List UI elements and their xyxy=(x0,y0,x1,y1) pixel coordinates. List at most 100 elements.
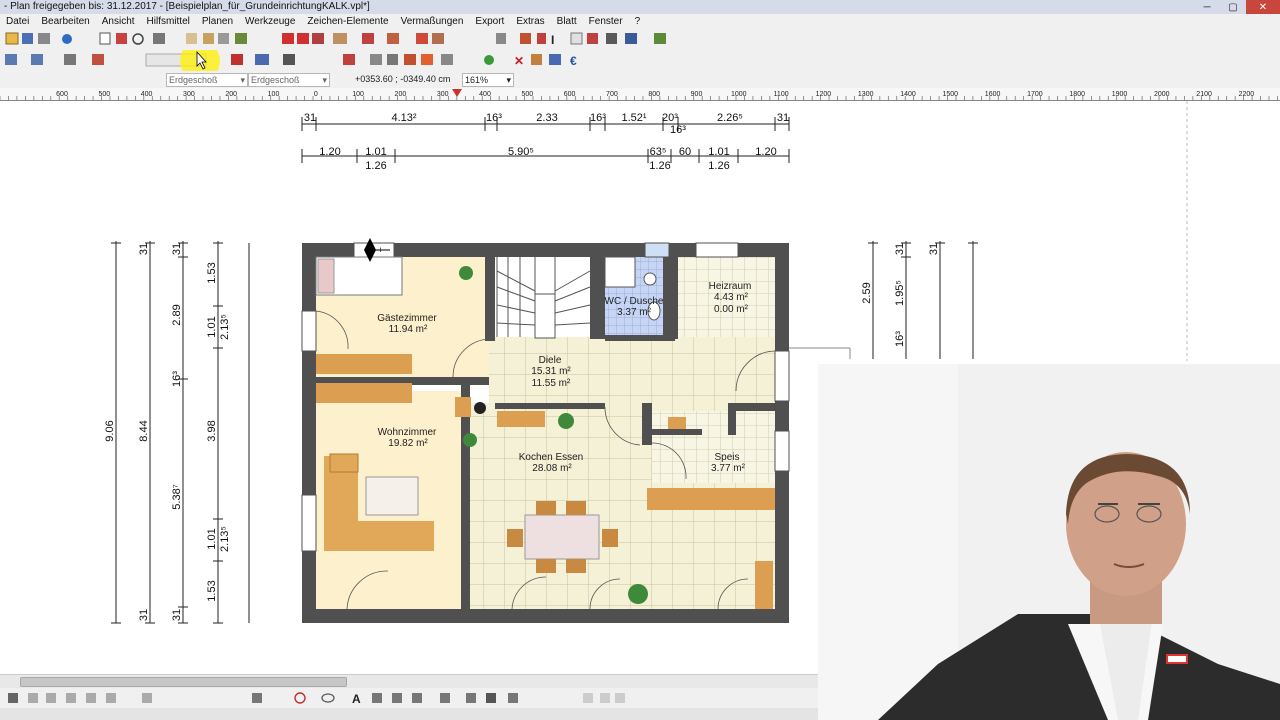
menu-zeichen-elemente[interactable]: Zeichen-Elemente xyxy=(301,16,394,27)
svg-text:I: I xyxy=(551,33,554,47)
ruler-label: 1500 xyxy=(943,91,959,98)
chevron-down-icon: ▾ xyxy=(322,75,327,85)
dim-top-3: 16³ xyxy=(486,112,502,124)
status-bar: Erdgeschoß ▾ Erdgeschoß ▾ +0353.60 ; -0349… xyxy=(0,71,1280,89)
menu-ansicht[interactable]: Ansicht xyxy=(96,16,141,27)
menu-bar: Datei Bearbeiten Ansicht Hilfsmittel Pla… xyxy=(0,14,1280,29)
ruler-label: 200 xyxy=(225,91,237,98)
ruler-label: 900 xyxy=(691,91,703,98)
dim-right-1: 2.59 xyxy=(861,282,873,303)
menu-vermassungen[interactable]: Vermaßungen xyxy=(395,16,470,27)
menu-export[interactable]: Export xyxy=(469,16,510,27)
presenter-video xyxy=(818,364,1280,720)
chevron-down-icon: ▾ xyxy=(240,75,245,85)
dim-inner-2: 1.01 xyxy=(206,316,218,337)
room-area-wohnzimmer: 19.82 m² xyxy=(388,438,428,449)
ruler-label: 300 xyxy=(437,91,449,98)
room-name-wohnzimmer: Wohnzimmer xyxy=(378,427,437,438)
close-button[interactable]: ✕ xyxy=(1246,0,1280,14)
dim-left-3: 31 xyxy=(138,243,150,255)
chevron-down-icon: ▾ xyxy=(506,75,511,85)
dim-inner-6: 2.13⁵ xyxy=(219,314,231,340)
ruler-label: 2000 xyxy=(1154,91,1170,98)
svg-text:€: € xyxy=(570,54,577,68)
dim-row2-6: 1.26 xyxy=(649,160,670,172)
ruler-label: 600 xyxy=(564,91,576,98)
dim-right-3: 1.95⁵ xyxy=(894,280,906,306)
dim-row2-4: 5.90⁵ xyxy=(508,146,534,158)
dim-row2-2: 1.01 xyxy=(365,146,386,158)
dimension-lines-left xyxy=(111,241,250,624)
svg-text:+: + xyxy=(378,245,383,255)
minimize-button[interactable]: ─ xyxy=(1194,0,1220,14)
maximize-button[interactable]: ▢ xyxy=(1220,0,1246,14)
dim-row2-7: 60 xyxy=(679,146,691,158)
dim-left-4: 31 xyxy=(138,609,150,621)
ruler-label: 1800 xyxy=(1069,91,1085,98)
dim-left-1: 9.06 xyxy=(104,420,116,441)
ruler-cursor-marker xyxy=(452,89,462,97)
room-area-diele: 15.31 m² xyxy=(531,366,571,377)
room-name-wc: WC / Dusche xyxy=(605,296,664,307)
title-bar: - Plan freigegeben bis: 31.12.2017 - [Be… xyxy=(0,0,1280,14)
dim-row2-3: 1.26 xyxy=(365,160,386,172)
dim-row2-9: 1.26 xyxy=(708,160,729,172)
ruler-label: 0 xyxy=(314,91,318,98)
secondary-toolbar: ✕ € xyxy=(0,50,1280,71)
menu-werkzeuge[interactable]: Werkzeuge xyxy=(239,16,301,27)
dim-inner-3: 3.98 xyxy=(206,420,218,441)
room-area-heizraum: 4.43 m² xyxy=(714,292,749,303)
room-area-kochen-essen: 28.08 m² xyxy=(532,463,572,474)
dim-inner-4: 1.01 xyxy=(206,528,218,549)
bottom-toolbar-buttons[interactable]: A xyxy=(8,692,625,706)
dim-mid-3: 16³ xyxy=(171,371,183,387)
dim-mid-2: 2.89 xyxy=(171,304,183,325)
menu-help[interactable]: ? xyxy=(629,16,647,27)
ruler-scale: 600 500 400 300 200 100 0 100 200 300 400 500 600 700… xyxy=(0,89,1278,100)
dim-mid-1: 31 xyxy=(171,243,183,255)
menu-fenster[interactable]: Fenster xyxy=(583,16,629,27)
dim-mid-4: 5.38⁷ xyxy=(171,484,183,509)
dim-top-4: 2.33 xyxy=(536,112,557,124)
coordinate-readout: +0353.60 ; -0349.40 cm xyxy=(355,74,451,84)
room-name-heizraum: Heizraum xyxy=(709,281,752,292)
dim-top-7: 20³ xyxy=(662,112,678,124)
dim-inner-7: 2.13⁵ xyxy=(219,526,231,552)
floor-value: Erdgeschoß xyxy=(251,75,300,85)
ruler-label: 200 xyxy=(395,91,407,98)
zoom-select[interactable]: 161% ▾ xyxy=(462,73,514,87)
toolbar-buttons-2[interactable]: ✕ € xyxy=(5,53,577,68)
toolbar-buttons[interactable]: I xyxy=(5,32,666,47)
main-toolbar: I xyxy=(0,29,1280,50)
dim-top-8: 16³ xyxy=(670,124,686,136)
floor-select[interactable]: Erdgeschoß ▾ xyxy=(248,73,330,87)
ruler-label: 1200 xyxy=(816,91,832,98)
layer-select[interactable]: Erdgeschoß ▾ xyxy=(166,73,248,87)
menu-blatt[interactable]: Blatt xyxy=(551,16,583,27)
menu-bearbeiten[interactable]: Bearbeiten xyxy=(35,16,95,27)
horizontal-ruler: 600 500 400 300 200 100 0 100 200 300 400 500 600 700… xyxy=(0,88,1280,101)
ruler-label: 1000 xyxy=(731,91,747,98)
dim-right-4: 16³ xyxy=(894,331,906,347)
room-area-wc: 3.37 m² xyxy=(617,307,652,318)
menu-planen[interactable]: Planen xyxy=(196,16,239,27)
menu-extras[interactable]: Extras xyxy=(510,16,550,27)
scrollbar-thumb[interactable] xyxy=(20,677,347,687)
ruler-label: 800 xyxy=(648,91,660,98)
room-name-diele: Diele xyxy=(539,355,562,366)
ruler-label: 1700 xyxy=(1027,91,1043,98)
room-area-gaestezimmer: 11.94 m² xyxy=(389,324,428,335)
ruler-label: 400 xyxy=(479,91,491,98)
room-name-gaestezimmer: Gästezimmer xyxy=(377,313,437,324)
toolbar-icons-row-2: ✕ € xyxy=(5,50,577,71)
menu-datei[interactable]: Datei xyxy=(0,16,35,27)
room-area-speis: 3.77 m² xyxy=(711,463,746,474)
dim-right-5: 31 xyxy=(928,243,940,255)
ruler-label: 1400 xyxy=(900,91,916,98)
ruler-label: 2200 xyxy=(1239,91,1255,98)
ruler-label: 500 xyxy=(98,91,110,98)
menu-hilfsmittel[interactable]: Hilfsmittel xyxy=(141,16,196,27)
dim-top-1: 31 xyxy=(304,112,316,124)
dim-row2-5: 63⁵ xyxy=(650,146,667,158)
dim-mid-5: 31 xyxy=(171,609,183,621)
